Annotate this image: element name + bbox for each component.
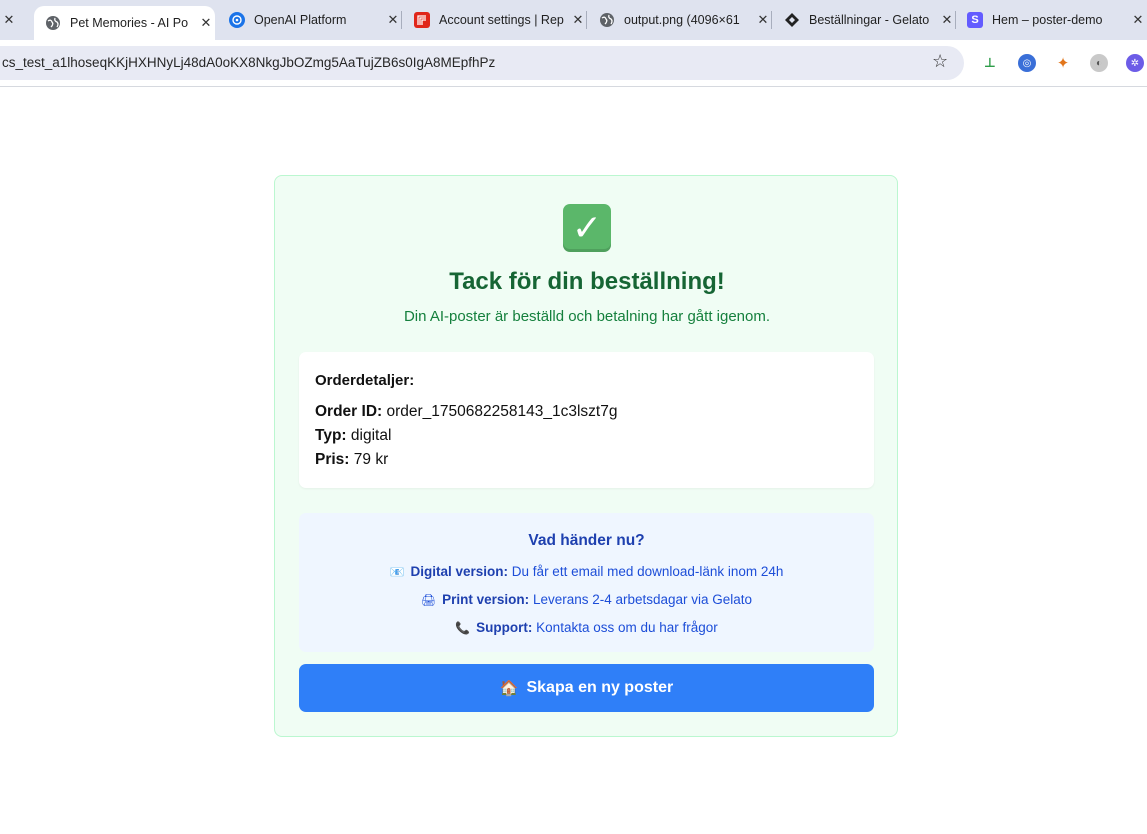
order-type-value: digital bbox=[350, 427, 392, 444]
order-type-row: Typ: digital bbox=[315, 427, 391, 445]
check-mark-icon: ✓ bbox=[563, 204, 611, 252]
page-subtitle: Din AI-poster är beställd och betalning … bbox=[403, 308, 771, 325]
tab-close-icon[interactable]: ✕ bbox=[384, 12, 402, 28]
create-new-poster-label: Skapa en ny poster bbox=[526, 679, 674, 696]
tab-separator bbox=[955, 11, 956, 29]
tab-separator bbox=[771, 11, 772, 29]
printer-icon: 🖨 bbox=[420, 593, 437, 607]
tab-separator bbox=[586, 11, 587, 29]
stripe-icon: S bbox=[967, 12, 983, 28]
order-id-label: Order ID: bbox=[315, 403, 383, 420]
globe-icon bbox=[45, 15, 61, 31]
browser-toolbar: cs_test_a1lhoseqKKjHXHNyLj48dA0oKX8NkgJb… bbox=[0, 40, 1147, 87]
tab-openai[interactable]: OpenAI Platform ✕ bbox=[217, 0, 402, 40]
tab-close-icon[interactable]: ✕ bbox=[1129, 12, 1147, 28]
openai-icon bbox=[229, 12, 245, 28]
address-url[interactable]: cs_test_a1lhoseqKKjHXHNyLj48dA0oKX8NkgJb… bbox=[2, 55, 495, 70]
tab-close-icon[interactable]: ✕ bbox=[938, 12, 956, 28]
order-price-value: 79 kr bbox=[353, 451, 389, 468]
bookmark-star-icon[interactable]: ☆ bbox=[932, 51, 948, 72]
order-id-value: order_1750682258143_1c3lszt7g bbox=[386, 403, 618, 420]
close-icon[interactable]: ✕ bbox=[0, 12, 18, 28]
tab-gelato[interactable]: Beställningar - Gelato ✕ bbox=[774, 0, 956, 40]
tab-poster-demo[interactable]: S Hem – poster-demo ✕ bbox=[958, 0, 1147, 40]
phone-icon: 📞 bbox=[455, 621, 471, 635]
next-step-text: Du får ett email med download-länk inom … bbox=[511, 564, 784, 579]
replicate-icon bbox=[414, 12, 430, 28]
create-new-poster-button[interactable]: 🏠 Skapa en ny poster bbox=[299, 664, 874, 712]
next-step-label: Digital version: bbox=[410, 564, 509, 579]
tab-close-icon[interactable]: ✕ bbox=[754, 12, 772, 28]
metamask-icon[interactable]: ✦ bbox=[1054, 54, 1072, 72]
extension-5-icon[interactable]: ✲ bbox=[1126, 54, 1144, 72]
address-bar[interactable]: cs_test_a1lhoseqKKjHXHNyLj48dA0oKX8NkgJb… bbox=[0, 46, 964, 80]
next-step-label: Support: bbox=[476, 620, 533, 635]
tab-partial[interactable]: ✕ bbox=[0, 0, 34, 40]
house-icon: 🏠 bbox=[499, 680, 519, 697]
tab-replicate[interactable]: Account settings | Rep ✕ bbox=[404, 0, 587, 40]
order-confirmation-card: ✓ Tack för din beställning! Din AI-poste… bbox=[274, 175, 898, 737]
order-price-label: Pris: bbox=[315, 451, 350, 468]
next-steps-heading: Vad händer nu? bbox=[528, 532, 645, 549]
gelato-icon bbox=[784, 12, 800, 28]
tab-close-icon[interactable]: ✕ bbox=[569, 12, 587, 28]
page-title: Tack för din beställning! bbox=[449, 268, 725, 295]
next-step-text: Kontakta oss om du har frågor bbox=[536, 620, 718, 635]
extension-1-icon[interactable]: ⊥ bbox=[981, 54, 999, 72]
next-step-digital: 📧 Digital version: Du får ett email med d… bbox=[299, 564, 874, 579]
order-id-row: Order ID: order_1750682258143_1c3lszt7g bbox=[315, 403, 617, 421]
next-step-print: 🖨 Print version: Leverans 2-4 arbetsdagar… bbox=[299, 592, 874, 607]
next-step-text: Leverans 2-4 arbetsdagar via Gelato bbox=[532, 592, 753, 607]
email-icon: 📧 bbox=[389, 565, 405, 579]
tab-separator bbox=[401, 11, 402, 29]
order-details-box: Orderdetaljer: Order ID: order_175068225… bbox=[299, 352, 874, 488]
order-price-row: Pris: 79 kr bbox=[315, 451, 388, 469]
order-type-label: Typ: bbox=[315, 427, 347, 444]
globe-icon bbox=[599, 12, 615, 28]
extension-4-icon[interactable]: ◐ bbox=[1090, 54, 1108, 72]
extension-2-icon[interactable]: ◎ bbox=[1018, 54, 1036, 72]
next-step-label: Print version: bbox=[442, 592, 530, 607]
next-steps-box: Vad händer nu? 📧 Digital version: Du får … bbox=[299, 513, 874, 652]
next-step-support: 📞 Support: Kontakta oss om du har frågor bbox=[299, 620, 874, 635]
tab-output-png[interactable]: output.png (4096×61 ✕ bbox=[589, 0, 772, 40]
order-details-heading: Orderdetaljer: bbox=[315, 372, 415, 389]
tab-close-icon[interactable]: ✕ bbox=[197, 15, 215, 31]
tab-strip: ✕ Pet Memories - AI Po ✕ OpenAI Platform… bbox=[0, 0, 1147, 40]
tab-pet-memories[interactable]: Pet Memories - AI Po ✕ bbox=[34, 6, 215, 40]
